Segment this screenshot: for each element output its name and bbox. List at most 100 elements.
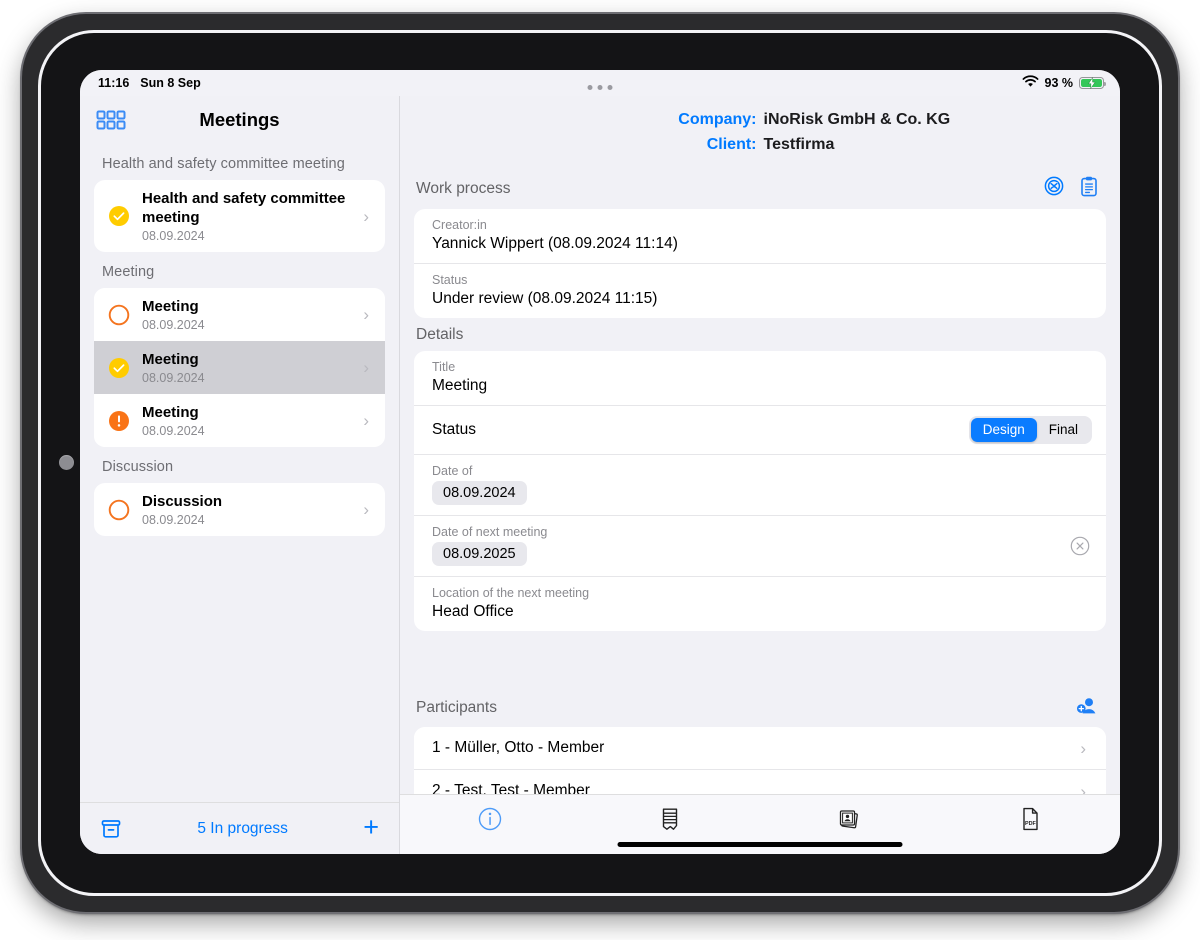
list-item-text: Discussion 08.09.2024	[142, 492, 351, 527]
section-title: Participants	[416, 698, 497, 716]
front-camera-icon	[59, 455, 74, 470]
company-value: iNoRisk GmbH & Co. KG	[763, 111, 951, 128]
multitask-dot	[587, 85, 593, 90]
add-button[interactable]: +	[363, 813, 379, 844]
next-meeting-location-field[interactable]: Location of the next meeting Head Office	[414, 577, 1106, 631]
in-progress-button[interactable]: 5 In progress	[122, 820, 363, 838]
workflow-status-field[interactable]: Status Under review (08.09.2024 11:15)	[414, 264, 1106, 318]
sidebar-list[interactable]: Health and safety committee meeting Heal…	[80, 144, 399, 802]
multitask-dot	[597, 85, 603, 90]
detail-scroll[interactable]: Company: iNoRisk GmbH & Co. KG Client: T…	[400, 96, 1120, 794]
participants-panel: 1 - Müller, Otto - Member › 2 - Test, Te…	[414, 727, 1106, 794]
client-label: Client:	[706, 135, 757, 153]
status-time: 11:16	[98, 76, 130, 90]
chevron-right-icon: ›	[363, 358, 369, 378]
page-title: Meetings	[199, 109, 280, 130]
title-field[interactable]: Title Meeting	[414, 351, 1106, 406]
tab-info[interactable]	[400, 803, 580, 835]
list-item-text: Meeting 08.09.2024	[142, 297, 351, 332]
workflow-status-label: Status	[432, 272, 468, 287]
circle-outline-orange-icon	[108, 304, 130, 326]
add-person-icon[interactable]	[1076, 695, 1098, 720]
list-item-title: Meeting	[142, 351, 199, 369]
tab-notes[interactable]	[580, 803, 760, 835]
notes-document-icon	[662, 808, 678, 830]
status-date: Sun 8 Sep	[140, 76, 201, 90]
wifi-icon	[1022, 75, 1039, 91]
group-header: Health and safety committee meeting	[102, 156, 345, 172]
status-row: Status Design Final	[414, 406, 1106, 456]
participant-row[interactable]: 1 - Müller, Otto - Member ›	[414, 727, 1106, 771]
details-panel: Title Meeting Status Design Final Date o…	[414, 350, 1106, 632]
ipad-screen: 11:16 Sun 8 Sep 93 % Meetings Health and…	[80, 70, 1120, 854]
chevron-right-icon: ›	[363, 500, 369, 520]
details-header: Details	[400, 318, 1120, 351]
info-circle-icon	[478, 807, 502, 831]
title-value: Meeting	[432, 376, 488, 394]
participant-row[interactable]: 2 - Test, Test - Member ›	[414, 770, 1106, 794]
next-meeting-date-value[interactable]: 08.09.2025	[432, 542, 527, 567]
split-view: Meetings Health and safety committee mee…	[80, 96, 1120, 854]
clipboard-icon[interactable]	[1080, 176, 1098, 202]
work-process-header: Work process	[400, 168, 1120, 209]
meta-header: Company: iNoRisk GmbH & Co. KG Client: T…	[400, 96, 1120, 168]
sidebar-group-card: Meeting 08.09.2024 › Meeting 08.09.2024 …	[94, 288, 385, 448]
circle-outline-orange-icon	[108, 499, 130, 521]
sidebar-header: Meetings	[80, 96, 399, 144]
chevron-right-icon: ›	[363, 305, 369, 325]
date-of-value[interactable]: 08.09.2024	[432, 481, 527, 506]
list-item-selected[interactable]: Meeting 08.09.2024 ›	[94, 341, 385, 395]
list-item-date: 08.09.2024	[142, 318, 205, 333]
tab-contacts[interactable]	[760, 803, 940, 835]
company-label: Company:	[678, 111, 757, 128]
sidebar-footer: 5 In progress +	[80, 802, 399, 854]
status-bar-right: 93 %	[1022, 75, 1107, 91]
chevron-right-icon: ›	[1080, 781, 1086, 794]
multitasking-handle[interactable]	[587, 85, 613, 90]
clear-circle-icon[interactable]	[1070, 536, 1090, 556]
sync-circle-icon[interactable]	[1044, 176, 1064, 201]
segment-design[interactable]: Design	[970, 417, 1037, 443]
list-item[interactable]: Meeting 08.09.2024 ›	[94, 288, 385, 342]
segment-final[interactable]: Final	[1037, 418, 1090, 443]
sidebar-group-card: Health and safety committee meeting 08.0…	[94, 180, 385, 253]
list-item-text: Meeting 08.09.2024	[142, 403, 351, 438]
detail-pane: Company: iNoRisk GmbH & Co. KG Client: T…	[400, 96, 1120, 854]
bottom-tab-bar: PDF	[400, 794, 1120, 854]
exclamation-circle-filled-orange-icon	[108, 410, 130, 432]
battery-percent-label: 93 %	[1044, 76, 1074, 90]
tab-pdf[interactable]: PDF	[940, 803, 1120, 835]
list-item-date: 08.09.2024	[142, 424, 205, 439]
title-label: Title	[432, 359, 456, 374]
grid-icon[interactable]	[96, 110, 126, 130]
chevron-right-icon: ›	[363, 206, 369, 226]
creator-field[interactable]: Creator:in Yannick Wippert (08.09.2024 1…	[414, 209, 1106, 264]
list-item-title: Discussion	[142, 493, 223, 511]
group-header: Discussion	[102, 459, 174, 476]
list-item-date: 08.09.2024	[142, 513, 205, 528]
status-segmented-control[interactable]: Design Final	[968, 415, 1092, 445]
creator-value: Yannick Wippert (08.09.2024 11:14)	[432, 234, 678, 252]
participant-label: 1 - Müller, Otto - Member	[432, 739, 605, 757]
workflow-status-value: Under review (08.09.2024 11:15)	[432, 289, 658, 307]
list-item[interactable]: Discussion 08.09.2024 ›	[94, 483, 385, 537]
contact-cards-icon	[839, 810, 858, 829]
date-of-field[interactable]: Date of 08.09.2024	[414, 455, 1106, 517]
pdf-document-icon: PDF	[1023, 807, 1038, 831]
status-label: Status	[432, 421, 476, 439]
next-meeting-date-field[interactable]: Date of next meeting 08.09.2025	[414, 516, 1106, 578]
list-item[interactable]: Meeting 08.09.2024 ›	[94, 394, 385, 448]
home-indicator[interactable]	[617, 842, 903, 847]
list-item-date: 08.09.2024	[142, 229, 205, 244]
chevron-right-icon: ›	[1080, 738, 1086, 758]
work-process-panel: Creator:in Yannick Wippert (08.09.2024 1…	[414, 208, 1106, 318]
next-meeting-date-label: Date of next meeting	[432, 525, 548, 540]
section-title: Work process	[416, 179, 511, 197]
sidebar: Meetings Health and safety committee mee…	[80, 96, 400, 854]
list-item-text: Health and safety committee meeting 08.0…	[142, 189, 351, 243]
archive-icon[interactable]	[100, 818, 122, 840]
list-item[interactable]: Health and safety committee meeting 08.0…	[94, 180, 385, 253]
svg-text:PDF: PDF	[1025, 821, 1036, 827]
status-bar: 11:16 Sun 8 Sep 93 %	[80, 70, 1120, 96]
list-item-title: Meeting	[142, 404, 199, 422]
